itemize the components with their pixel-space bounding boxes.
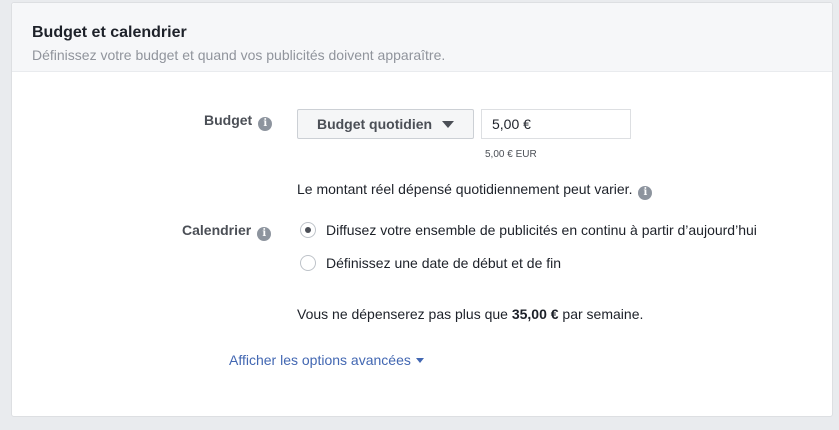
caret-down-icon	[442, 120, 455, 128]
budget-type-label: Budget quotidien	[316, 116, 433, 132]
schedule-label: Calendrier	[182, 222, 252, 238]
caret-down-icon	[415, 358, 424, 363]
spend-summary: Vous ne dépenserez pas plus que 35,00 € …	[297, 306, 643, 322]
budget-type-dropdown[interactable]: Budget quotidien	[297, 109, 474, 139]
spend-summary-amount: 35,00 €	[511, 306, 559, 322]
spend-summary-suffix: par semaine.	[558, 306, 644, 322]
info-icon[interactable]: i	[638, 186, 653, 200]
advanced-options-link[interactable]: Afficher les options avancées	[229, 352, 424, 368]
budget-label: Budget	[204, 112, 253, 128]
info-icon[interactable]: i	[257, 227, 272, 241]
budget-label-group: Budget i	[204, 112, 273, 131]
schedule-option-dates-radio[interactable]	[300, 255, 316, 271]
budget-variation-note: Le montant réel dépensé quotidiennement …	[297, 181, 633, 197]
schedule-option-dates-label[interactable]: Définissez une date de début et de fin	[326, 255, 561, 271]
budget-variation-note-group: Le montant réel dépensé quotidiennement …	[297, 181, 653, 200]
budget-amount-input[interactable]	[481, 109, 631, 139]
schedule-option-continuous-label[interactable]: Diffusez votre ensemble de publicités en…	[326, 222, 757, 238]
schedule-label-group: Calendrier i	[182, 222, 272, 241]
section-title: Budget et calendrier	[32, 24, 187, 41]
spend-summary-prefix: Vous ne dépenserez pas plus que	[297, 306, 512, 322]
info-icon[interactable]: i	[258, 117, 273, 131]
advanced-options-label: Afficher les options avancées	[229, 352, 411, 368]
budget-schedule-card: Budget et calendrier Définissez votre bu…	[11, 2, 833, 417]
card-header: Budget et calendrier Définissez votre bu…	[12, 3, 832, 72]
budget-amount-note: 5,00 € EUR	[485, 149, 537, 160]
section-subtitle: Définissez votre budget et quand vos pub…	[32, 47, 446, 63]
schedule-option-continuous-radio[interactable]	[300, 222, 316, 238]
